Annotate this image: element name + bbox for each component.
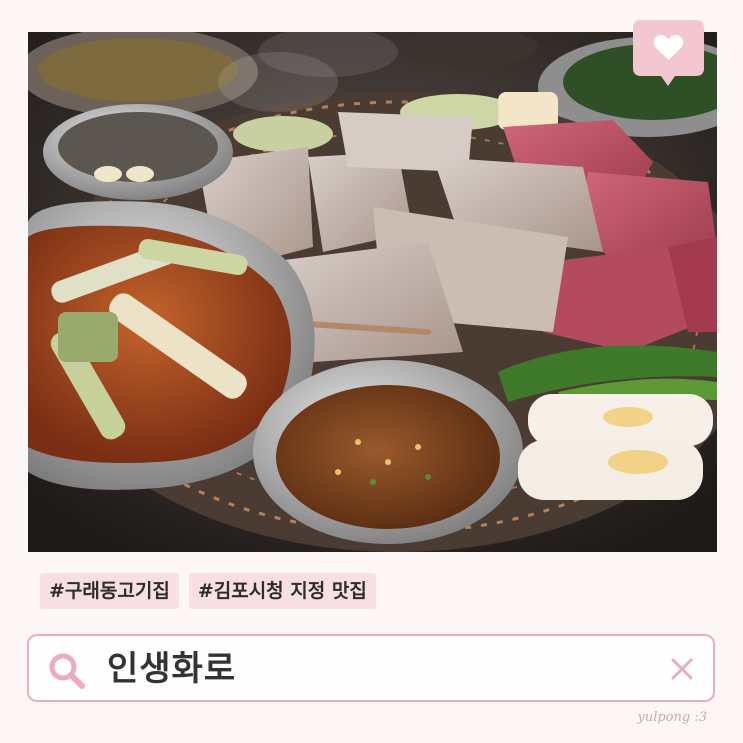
search-bar[interactable]: 인생화로 <box>27 634 715 702</box>
hashtag-list: #구래동고기집 #김포시청 지정 맛집 <box>40 573 376 609</box>
search-input[interactable]: 인생화로 <box>107 648 236 690</box>
heart-icon <box>633 20 704 86</box>
bbq-grill-illustration <box>28 32 717 552</box>
hashtag-2[interactable]: #김포시청 지정 맛집 <box>188 573 376 609</box>
watermark: yulpong :3 <box>637 710 707 725</box>
heart-badge[interactable] <box>633 20 704 86</box>
food-photo <box>28 32 717 552</box>
hashtag-1[interactable]: #구래동고기집 <box>40 573 179 609</box>
close-icon[interactable] <box>671 658 693 680</box>
search-icon <box>49 653 85 689</box>
